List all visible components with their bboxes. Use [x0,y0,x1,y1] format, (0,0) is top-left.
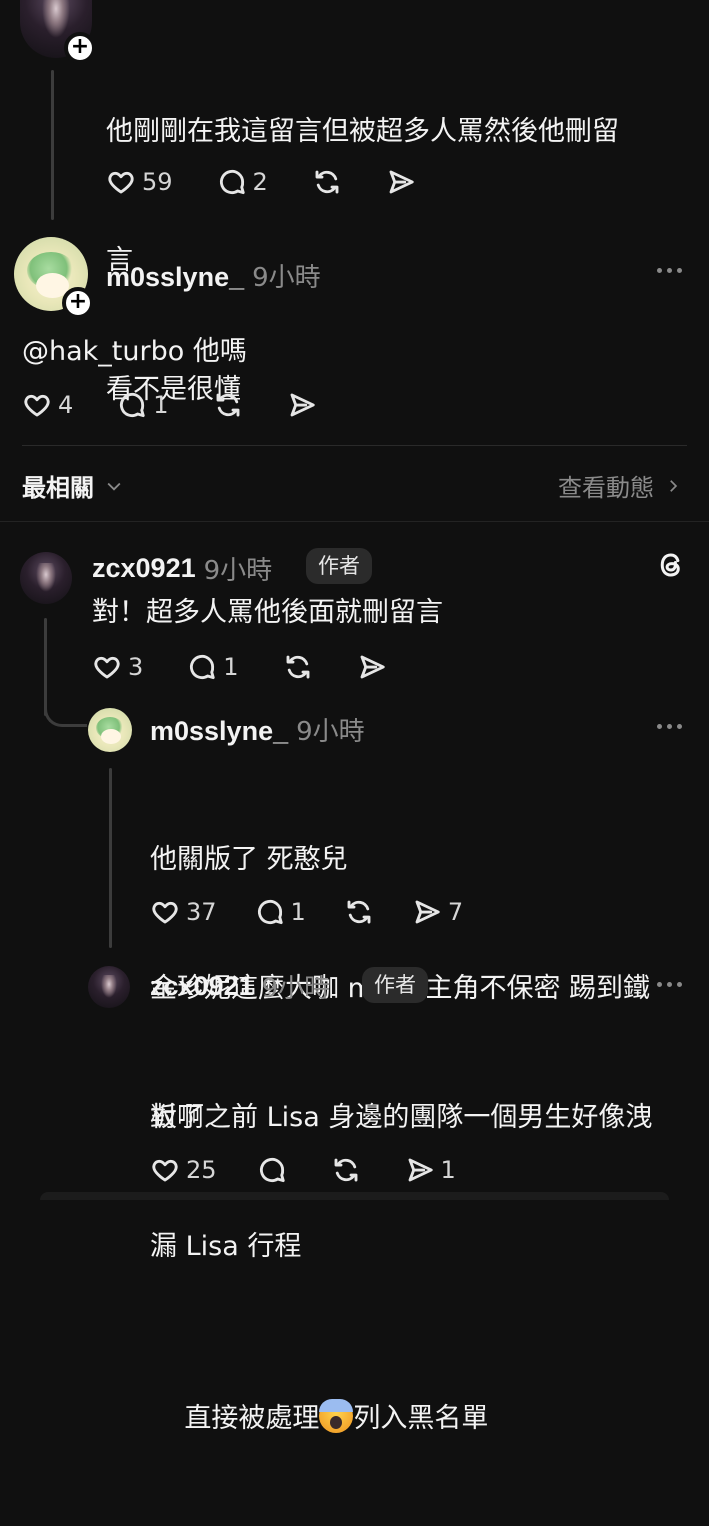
comment-header: zcx0921 9小時 [150,968,330,1005]
comment-actions: 37 1 7 [150,897,463,927]
heart-icon [152,901,178,924]
comment-icon [219,169,245,195]
sort-label: 最相關 [22,474,94,502]
chevron-right-icon [670,479,678,492]
comment-text: 對啊之前 Lisa 身邊的團隊一個男生好像洩 漏 Lisa 行程 直接被處理 列入… [150,1102,653,1434]
timestamp: 9小時 [296,717,365,747]
comment-actions: 4 1 [22,390,317,420]
like-count: 37 [186,898,217,926]
divider [22,445,687,446]
repost-button[interactable] [344,897,374,927]
heart-icon [94,656,120,679]
reply-button[interactable] [257,1155,287,1185]
timestamp: 9小時 [252,263,321,293]
comment-header: zcx0921 9小時 [92,550,272,587]
more-options-button[interactable] [657,724,682,729]
comment-actions: 25 1 [150,1155,456,1185]
send-icon [290,393,315,417]
comment-icon [257,899,283,925]
repost-button[interactable] [283,652,313,682]
avatar[interactable] [20,552,72,604]
send-icon [408,1158,433,1182]
comment-icon [120,392,145,418]
username[interactable]: zcx0921 [92,553,196,584]
like-button[interactable]: 25 [150,1155,217,1185]
reply-count: 1 [290,898,306,926]
avatar[interactable] [88,708,132,752]
more-options-button[interactable] [657,268,682,273]
share-count: 1 [440,1156,456,1184]
comment-text: 對！超多人罵他後面就刪留言 [92,597,443,628]
like-count: 4 [58,391,74,419]
section-divider [0,521,709,522]
share-button[interactable] [357,652,387,682]
repost-icon [315,170,339,194]
repost-icon [216,393,239,417]
share-count: 7 [447,898,464,926]
thread-connector [44,680,87,727]
like-button[interactable]: 4 [22,390,73,420]
heart-icon [108,171,134,194]
timestamp: 9小時 [203,556,273,586]
comment-text: @hak_turbo 他嗎 [22,336,247,367]
reply-count: 1 [223,653,239,681]
thread-line [51,70,54,220]
repost-button[interactable] [312,167,342,197]
share-button[interactable] [287,390,317,420]
threads-logo-icon[interactable] [656,550,686,580]
repost-icon [286,655,309,679]
comment-header: m0sslyne_ 9小時 [106,257,321,294]
more-options-button[interactable] [657,982,682,987]
sort-dropdown[interactable]: 最相關 [22,468,124,503]
reply-button[interactable]: 1 [187,652,239,682]
repost-button[interactable] [213,390,243,420]
reply-button[interactable]: 2 [217,167,268,197]
like-count: 59 [142,168,173,196]
comment-icon [259,1157,285,1183]
like-count: 25 [186,1156,217,1184]
repost-icon [334,1158,357,1182]
share-button[interactable] [386,167,416,197]
chevron-down-icon [107,482,121,491]
like-button[interactable]: 59 [106,167,173,197]
bottom-bar-edge [40,1192,669,1200]
repost-button[interactable] [331,1155,361,1185]
comment-header: m0sslyne_ 9小時 [150,711,365,748]
reply-count: 2 [252,168,268,196]
send-icon [360,655,385,679]
reply-button[interactable]: 1 [117,390,169,420]
view-activity-label: 查看動態 [558,474,654,502]
heart-icon [152,1159,178,1182]
follow-plus-button[interactable]: + [64,32,96,64]
share-button[interactable]: 1 [405,1155,456,1185]
comment-actions: 3 1 [92,652,387,682]
like-count: 3 [128,653,144,681]
username[interactable]: m0sslyne_ [106,262,244,293]
comment-icon [190,654,215,680]
share-button[interactable]: 7 [412,897,463,927]
view-activity-link[interactable]: 查看動態 [558,468,682,503]
like-button[interactable]: 3 [92,652,143,682]
username[interactable]: m0sslyne_ [150,716,288,747]
author-badge: 作者 [362,967,428,1003]
follow-plus-button[interactable]: + [62,287,94,319]
screaming-face-emoji-icon [319,1399,354,1433]
send-icon [415,900,440,924]
send-icon [389,170,414,194]
reply-button[interactable]: 1 [255,897,306,927]
heart-icon [24,394,50,417]
thread-line [109,768,112,948]
avatar[interactable] [88,966,130,1008]
author-badge: 作者 [306,548,372,584]
timestamp: 9小時 [261,974,331,1004]
like-button[interactable]: 37 [150,897,217,927]
reply-count: 1 [153,391,169,419]
username[interactable]: zcx0921 [150,971,254,1002]
repost-icon [347,900,371,924]
post-actions: 59 2 [106,167,416,197]
